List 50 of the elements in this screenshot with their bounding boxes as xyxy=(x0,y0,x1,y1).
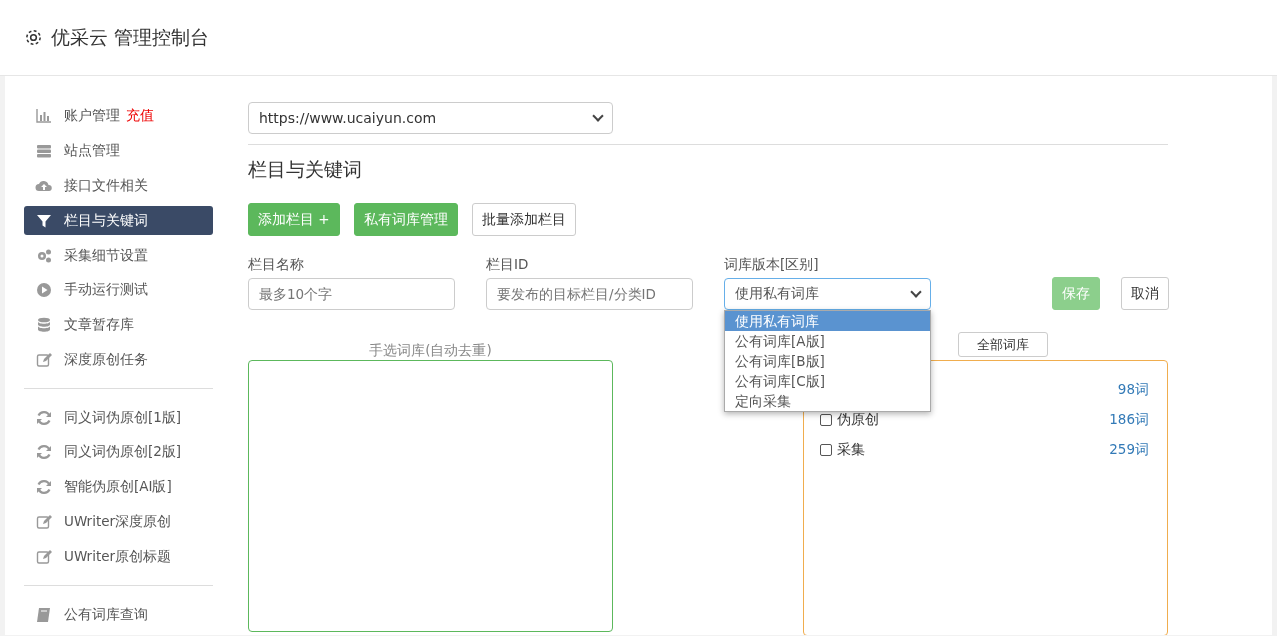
word-count: 186词 xyxy=(1109,411,1149,429)
edit-icon xyxy=(35,350,53,369)
sidebar-item[interactable]: 栏目与关键词 xyxy=(24,206,213,236)
refresh-icon xyxy=(35,443,53,462)
refresh-icon xyxy=(35,478,53,497)
sidebar-item[interactable]: UWriter深度原创 xyxy=(24,507,213,537)
settings-icon xyxy=(24,28,43,47)
app-title: 优采云 管理控制台 xyxy=(51,24,210,50)
sidebar-item[interactable]: 账户管理 充值 xyxy=(24,102,213,131)
word-count: 259词 xyxy=(1109,441,1149,459)
field-label: 栏目名称 xyxy=(248,256,305,274)
library-name: 采集 xyxy=(837,441,865,459)
sidebar-item[interactable]: 接口文件相关 xyxy=(24,171,213,201)
server-icon xyxy=(35,142,53,161)
site-select[interactable]: https://www.ucaiyun.com xyxy=(248,102,613,134)
refresh-icon xyxy=(35,408,53,427)
batch-add-button[interactable]: 批量添加栏目 xyxy=(471,203,576,236)
word-count: 98词 xyxy=(1117,381,1149,399)
dropdown-option[interactable]: 定向采集 xyxy=(725,391,930,411)
book-icon xyxy=(35,605,53,624)
edit-icon xyxy=(35,513,53,531)
checkbox[interactable] xyxy=(820,414,832,426)
edit-icon xyxy=(35,547,53,566)
id-input[interactable]: 要发布的目标栏目/分类ID xyxy=(486,278,693,310)
name-input[interactable]: 最多10个字 xyxy=(248,278,455,310)
sidebar-item[interactable]: 同义词伪原创[1版] xyxy=(24,403,213,433)
all-libraries-button[interactable]: 全部词库 xyxy=(957,332,1048,357)
box-label: 手选词库(自动去重) xyxy=(368,341,493,360)
sidebar-item[interactable]: 采集细节设置 xyxy=(24,241,213,270)
section-title: 栏目与关键词 xyxy=(248,157,363,182)
sidebar-item[interactable]: 站点管理 xyxy=(24,136,213,166)
field-label: 栏目ID xyxy=(486,256,530,274)
database-icon xyxy=(35,316,53,335)
dropdown-option[interactable]: 公有词库[C版] xyxy=(725,371,930,391)
sidebar-item[interactable]: 深度原创任务 xyxy=(24,345,213,375)
sidebar-item[interactable]: 文章暂存库 xyxy=(24,310,213,340)
sidebar-item[interactable]: 手动运行测试 xyxy=(24,275,213,305)
checkbox[interactable] xyxy=(820,444,832,456)
sidebar-item[interactable]: 智能伪原创[AI版] xyxy=(24,472,213,502)
sidebar-item[interactable]: 同义词伪原创[2版] xyxy=(24,438,213,467)
sidebar-item[interactable]: 公有词库查询 xyxy=(24,600,213,629)
bar-chart-icon xyxy=(35,107,53,126)
cancel-button[interactable]: 取消 xyxy=(1121,277,1169,310)
library-name: 伪原创 xyxy=(837,411,879,429)
recharge-link[interactable]: 充值 xyxy=(126,107,154,126)
sidebar-item[interactable]: UWriter原创标题 xyxy=(24,542,213,572)
dropdown-option[interactable]: 公有词库[A版] xyxy=(725,331,930,351)
dropdown-option[interactable]: 公有词库[B版] xyxy=(725,351,930,371)
field-label: 词库版本[区别] xyxy=(724,256,820,274)
play-icon xyxy=(35,281,53,300)
